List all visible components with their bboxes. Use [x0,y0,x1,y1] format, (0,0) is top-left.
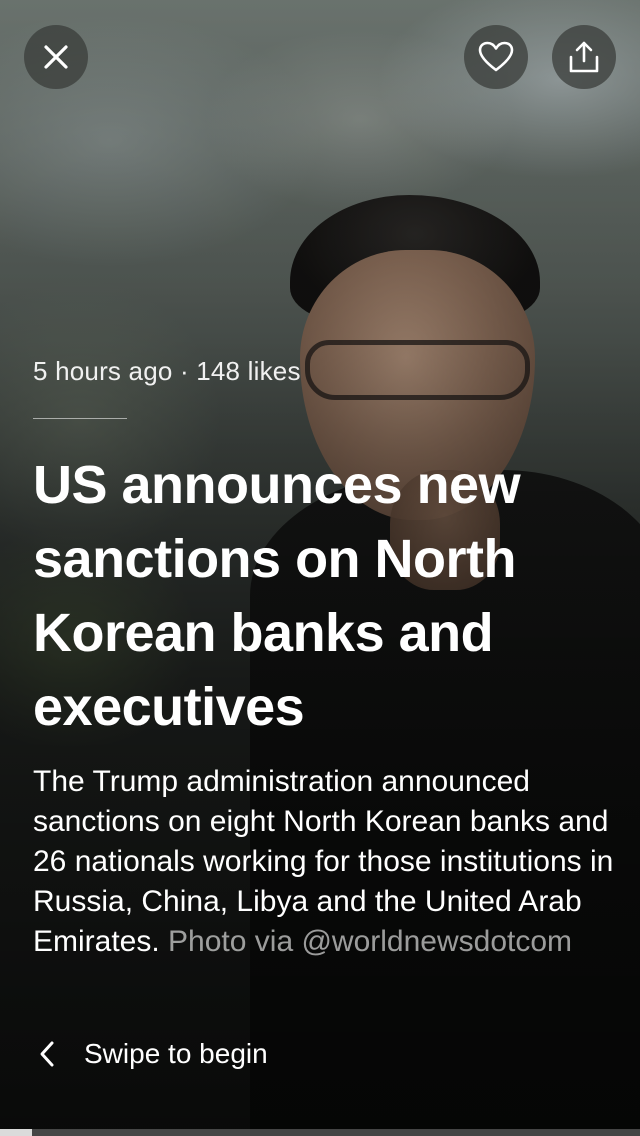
like-button[interactable] [464,25,528,89]
share-button[interactable] [552,25,616,89]
chevron-left-icon [40,1041,54,1067]
meta-divider [33,418,127,419]
story-meta: 5 hours ago · 148 likes [33,356,301,386]
story-progress-bar [0,1129,640,1136]
story-summary: The Trump administration announced sanct… [33,762,623,962]
story-headline: US announces new sanctions on North Kore… [33,455,521,737]
story-screen: 5 hours ago · 148 likes US announces new… [0,0,640,1136]
story-progress-fill [0,1129,32,1136]
share-icon [569,41,599,73]
photo-credit: Photo via @worldnewsdotcom [168,925,573,958]
swipe-to-begin[interactable]: Swipe to begin [37,1034,268,1074]
swipe-label: Swipe to begin [84,1038,268,1069]
heart-icon [478,41,514,72]
close-button[interactable] [24,25,88,89]
close-icon [44,45,68,69]
